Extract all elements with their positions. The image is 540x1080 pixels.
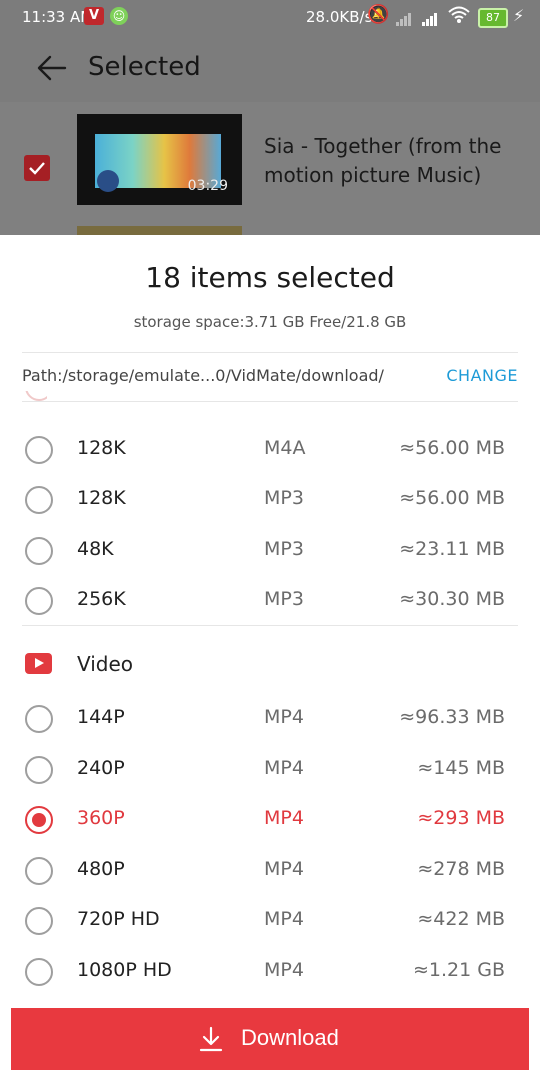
option-size: ≈30.30 MB [399,588,505,610]
radio-button[interactable] [25,756,53,784]
option-quality: 48K [77,538,114,560]
option-size: ≈56.00 MB [399,487,505,509]
vidmate-notification-icon: V [84,7,104,25]
radio-button[interactable] [25,436,53,464]
radio-button[interactable] [25,958,53,986]
option-format: MP3 [264,588,304,610]
option-format: MP4 [264,757,304,779]
status-bar: 11:33 AM V ☺ 28.0KB/s 🔕 87 ⚡ [0,0,540,34]
option-quality: 128K [77,437,126,459]
option-quality: 240P [77,757,125,779]
change-path-button[interactable]: CHANGE [446,366,518,385]
option-size: ≈422 MB [417,908,505,930]
download-button[interactable]: Download [11,1008,529,1070]
video-section-header: Video [0,640,540,690]
option-size: ≈293 MB [417,807,505,829]
video-play-icon [25,653,52,674]
option-quality: 128K [77,487,126,509]
selected-video-list: 03:29 Sia - Together (from the motion pi… [0,102,540,238]
option-format: M4A [264,437,306,459]
mute-bell-icon: 🔕 [367,4,390,25]
radio-button[interactable] [25,537,53,565]
option-size: ≈56.00 MB [399,437,505,459]
warner-logo-icon [97,170,119,192]
option-quality: 256K [77,588,126,610]
wifi-icon [448,6,470,28]
status-time: 11:33 AM [22,8,94,26]
video-option-row[interactable]: 240P MP4 ≈145 MB [0,745,540,795]
back-arrow-icon[interactable] [36,52,68,88]
battery-icon: 87 [478,8,508,28]
signal-icon-sim2 [422,8,438,26]
radio-button-selected[interactable] [25,806,53,834]
option-format: MP3 [264,538,304,560]
video-option-row[interactable]: 720P HD MP4 ≈422 MB [0,896,540,946]
audio-option-row[interactable]: 128K MP3 ≈56.00 MB [0,475,540,525]
option-format: MP4 [264,706,304,728]
signal-icon-sim1 [396,8,412,26]
option-size: ≈278 MB [417,858,505,880]
storage-info: storage space:3.71 GB Free/21.8 GB [133,313,407,331]
option-quality: 360P [77,807,125,829]
download-path: Path:/storage/emulate...0/VidMate/downlo… [22,366,384,385]
audio-option-row[interactable]: 48K MP3 ≈23.11 MB [0,526,540,576]
option-format: MP4 [264,807,304,829]
download-label: Download [241,1025,339,1050]
divider [22,401,518,402]
video-title: Sia - Together (from the motion picture … [264,134,502,187]
list-item[interactable]: 03:29 Sia - Together (from the motion pi… [0,110,540,214]
video-option-row[interactable]: 144P MP4 ≈96.33 MB [0,694,540,744]
option-size: ≈145 MB [417,757,505,779]
radio-button[interactable] [25,587,53,615]
option-size: ≈1.21 GB [412,959,505,981]
video-option-row[interactable]: 1080P HD MP4 ≈1.21 GB [0,947,540,997]
radio-button[interactable] [25,907,53,935]
network-speed: 28.0KB/s [306,8,373,26]
audio-option-row[interactable]: 128K M4A ≈56.00 MB [0,425,540,475]
option-format: MP4 [264,959,304,981]
radio-button[interactable] [25,857,53,885]
download-options-sheet: 18 items selected storage space:3.71 GB … [0,235,540,1080]
divider [22,352,518,353]
charging-icon: ⚡ [513,6,525,25]
radio-button[interactable] [25,705,53,733]
app-header: Selected [0,34,540,102]
page-title: Selected [88,52,201,82]
option-size: ≈23.11 MB [399,538,505,560]
video-option-row-selected[interactable]: 360P MP4 ≈293 MB [0,795,540,845]
checkbox-checked[interactable] [24,155,50,181]
video-option-row[interactable]: 480P MP4 ≈278 MB [0,846,540,896]
option-format: MP4 [264,858,304,880]
option-quality: 1080P HD [77,959,172,981]
video-duration: 03:29 [187,178,228,194]
sheet-title: 18 items selected [145,261,395,294]
audio-option-row[interactable]: 256K MP3 ≈30.30 MB [0,576,540,626]
partially-visible-radio [25,391,47,401]
option-quality: 144P [77,706,125,728]
option-quality: 720P HD [77,908,160,930]
divider [22,625,518,626]
radio-button[interactable] [25,486,53,514]
option-format: MP3 [264,487,304,509]
video-thumbnail[interactable]: 03:29 [77,114,242,205]
option-size: ≈96.33 MB [399,706,505,728]
option-format: MP4 [264,908,304,930]
android-notification-icon: ☺ [110,7,128,25]
download-icon [199,1026,223,1058]
video-section-label: Video [77,652,134,676]
option-quality: 480P [77,858,125,880]
